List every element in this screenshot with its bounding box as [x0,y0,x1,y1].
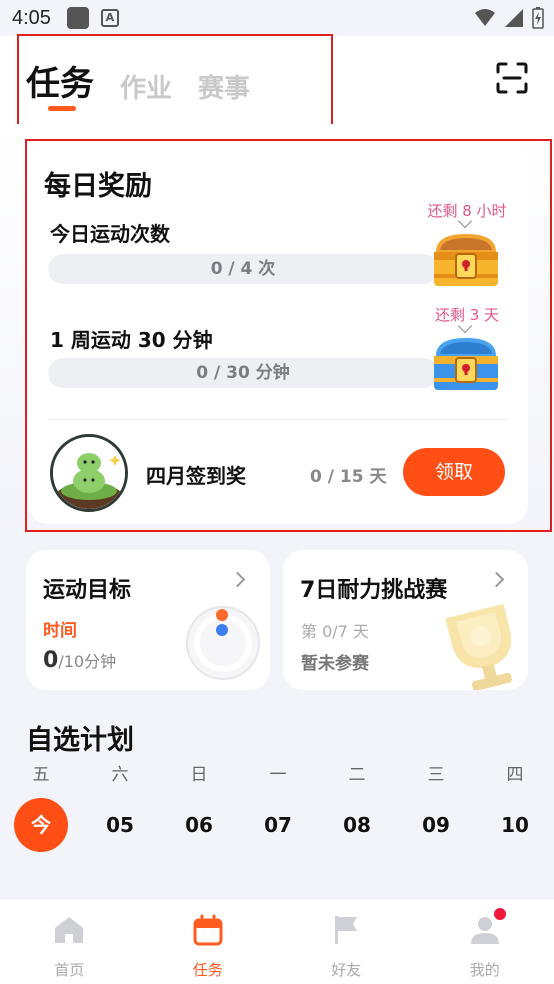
home-icon [55,917,84,943]
weekday-label: 二 [348,765,366,785]
progress-bar-daily-count: 0 / 4 次 [48,254,438,284]
notification-badge-dot [494,908,506,920]
nav-label: 好友 [331,961,362,979]
challenge-card-title: 7日耐力挑战赛 [300,578,448,603]
battery-icon [532,7,544,29]
task-label-daily-count: 今日运动次数 [50,222,170,246]
date-cell[interactable]: 08 [330,798,384,852]
progress-text: 0 / 4 次 [210,259,276,279]
nav-label: 任务 [192,961,223,979]
day-column[interactable]: 四 10 [488,760,542,852]
notification-icon [66,7,89,29]
goal-ring-icon [186,606,260,680]
goal-target: /10分钟 [58,652,117,671]
tab-tasks[interactable]: 任务 [26,56,94,105]
challenge-status: 暂未参赛 [301,654,369,674]
mascot-image [53,437,125,509]
active-tab-indicator [48,106,76,111]
nav-me[interactable]: 我的 [416,899,554,984]
week-calendar: 五今 六 05 日 06 一 07 二 08 三 09 四 10 [14,760,542,852]
nav-tasks[interactable]: 任务 [139,899,278,984]
date-cell[interactable]: 09 [409,798,463,852]
day-column[interactable]: 二 08 [330,760,384,852]
keyboard-notification-icon: A [100,9,119,27]
goal-card-title: 运动目标 [43,578,132,603]
status-time: 4:05 [12,6,51,29]
goal-metric: 时间 [43,621,77,641]
day-column[interactable]: 三 09 [409,760,463,852]
weekday-label: 三 [427,765,445,785]
tab-homework[interactable]: 作业 [120,68,172,105]
nav-label: 首页 [54,961,85,979]
day-column[interactable]: 日 06 [172,760,226,852]
bottom-nav: 首页 任务 好友 我的 [0,898,554,984]
tab-bar: 任务 作业 赛事 [26,56,250,105]
date-cell[interactable]: 07 [251,798,305,852]
challenge-progress: 第 0/7 天 [301,622,369,641]
task-label-weekly-minutes: 1 周运动 30 分钟 [50,328,213,352]
nav-friends[interactable]: 好友 [277,899,416,984]
trophy-icon [445,603,512,690]
status-bar: 4:05 A [0,0,554,36]
chevron-right-icon [229,571,246,588]
claim-button[interactable]: 领取 [403,448,505,496]
signal-icon [505,9,523,27]
daily-rewards-card: 每日奖励 还剩 8 小时 今日运动次数 0 / 4 次 还剩 3 天 1 周运动… [28,144,528,524]
weekday-label: 四 [506,765,524,785]
flag-icon [335,916,358,944]
date-cell[interactable]: 06 [172,798,226,852]
weekday-label: 一 [269,765,287,785]
top-header: 任务 作业 赛事 [0,36,554,124]
day-column[interactable]: 六 05 [93,760,147,852]
chevron-right-icon [488,571,505,588]
goal-value: 0/10分钟 [43,648,116,673]
custom-plan-title: 自选计划 [26,725,134,756]
date-cell[interactable]: 05 [93,798,147,852]
nav-home[interactable]: 首页 [0,899,139,984]
nav-label: 我的 [469,961,500,979]
scan-icon[interactable] [496,62,528,94]
weekday-label: 六 [111,765,129,785]
monthly-signin-label: 四月签到奖 [146,464,246,488]
signin-count: 0 / 15 天 [310,467,387,487]
day-column[interactable]: 五今 [14,760,68,852]
date-today[interactable]: 今 [14,798,68,852]
progress-text: 0 / 30 分钟 [196,363,290,383]
tab-events[interactable]: 赛事 [198,68,250,105]
weekday-label: 五 [32,765,50,785]
calendar-icon [193,914,223,946]
date-cell[interactable]: 10 [488,798,542,852]
progress-bar-weekly-minutes: 0 / 30 分钟 [48,358,438,388]
weekday-label: 日 [190,765,208,785]
goal-current-value: 0 [43,648,59,673]
divider [48,419,508,420]
day-column[interactable]: 一 07 [251,760,305,852]
exercise-goal-card[interactable]: 运动目标 时间 0/10分钟 [26,550,270,690]
blue-chest-icon[interactable] [430,334,502,394]
gold-chest-icon[interactable] [430,230,502,290]
wifi-icon [475,9,495,26]
mascot-avatar [50,434,128,512]
endurance-challenge-card[interactable]: 7日耐力挑战赛 第 0/7 天 暂未参赛 [283,550,528,690]
daily-rewards-title: 每日奖励 [44,171,152,202]
